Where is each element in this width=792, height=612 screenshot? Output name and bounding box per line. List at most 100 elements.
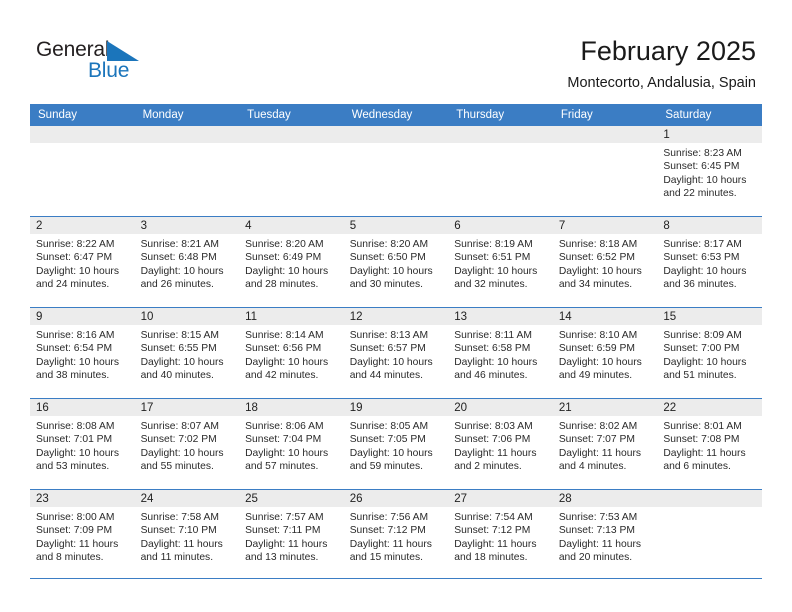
sunset-text: Sunset: 6:58 PM [454, 343, 531, 355]
day-number: 22 [657, 399, 762, 416]
sunrise-text: Sunrise: 8:13 AM [349, 330, 429, 341]
day-number: 14 [552, 308, 658, 325]
sunrise-text: Sunrise: 8:18 AM [558, 239, 638, 250]
sunrise-text: Sunrise: 8:06 AM [245, 421, 324, 432]
weekday-header-friday: Friday [552, 104, 658, 126]
daylight-text-line2: and 28 minutes. [245, 279, 319, 291]
calendar-day[interactable]: 26 Sunrise: 7:56 AM Sunset: 7:12 PM Dayligh… [343, 490, 449, 580]
day-details: Sunrise: 8:14 AM Sunset: 6:56 PM Daylight:… [239, 325, 344, 383]
sunset-text: Sunset: 7:04 PM [245, 434, 322, 446]
calendar-cell: 24 Sunrise: 7:58 AM Sunset: 7:10 PM Dayligh… [134, 489, 240, 580]
sunrise-text: Sunrise: 7:53 AM [558, 512, 638, 523]
calendar-cell: 22 Sunrise: 8:01 AM Sunset: 7:08 PM Dayligh… [657, 398, 762, 490]
location-subtitle: Montecorto, Andalusia, Spain [567, 75, 756, 91]
calendar-week-row: 2 Sunrise: 8:22 AM Sunset: 6:47 PM Daylight… [30, 216, 762, 308]
calendar-day-empty [134, 126, 240, 216]
sunset-text: Sunset: 6:55 PM [140, 343, 217, 355]
calendar-day[interactable]: 22 Sunrise: 8:01 AM Sunset: 7:08 PM Dayligh… [657, 399, 762, 489]
calendar-day[interactable]: 13 Sunrise: 8:11 AM Sunset: 6:58 PM Dayligh… [448, 308, 553, 398]
calendar-day[interactable]: 15 Sunrise: 8:09 AM Sunset: 7:00 PM Dayligh… [657, 308, 762, 398]
daylight-text-line1: Daylight: 10 hours [454, 356, 538, 368]
sunset-text: Sunset: 6:45 PM [663, 161, 740, 173]
daylight-text-line1: Daylight: 10 hours [663, 174, 747, 186]
calendar-cell: 13 Sunrise: 8:11 AM Sunset: 6:58 PM Dayligh… [448, 307, 553, 399]
calendar-day[interactable]: 24 Sunrise: 7:58 AM Sunset: 7:10 PM Dayligh… [134, 490, 240, 580]
calendar-cell: 11 Sunrise: 8:14 AM Sunset: 6:56 PM Dayligh… [239, 307, 344, 399]
calendar-day[interactable]: 18 Sunrise: 8:06 AM Sunset: 7:04 PM Dayligh… [239, 399, 344, 489]
daylight-text-line1: Daylight: 10 hours [36, 356, 119, 368]
calendar-day[interactable]: 23 Sunrise: 8:00 AM Sunset: 7:09 PM Dayligh… [30, 490, 135, 580]
daylight-text-line2: and 32 minutes. [454, 279, 528, 291]
daylight-text-line1: Daylight: 10 hours [245, 447, 329, 459]
daylight-text-line1: Daylight: 10 hours [349, 265, 433, 277]
day-details: Sunrise: 7:57 AM Sunset: 7:11 PM Daylight:… [239, 507, 344, 565]
sunrise-text: Sunrise: 8:11 AM [454, 330, 532, 341]
calendar-day[interactable]: 1 Sunrise: 8:23 AM Sunset: 6:45 PM Daylight… [657, 126, 762, 216]
calendar-cell: 2 Sunrise: 8:22 AM Sunset: 6:47 PM Daylight… [30, 216, 135, 308]
calendar-day[interactable]: 21 Sunrise: 8:02 AM Sunset: 7:07 PM Dayligh… [552, 399, 658, 489]
sunset-text: Sunset: 6:59 PM [558, 343, 635, 355]
calendar-cell: 5 Sunrise: 8:20 AM Sunset: 6:50 PM Daylight… [343, 216, 449, 308]
calendar-day[interactable]: 14 Sunrise: 8:10 AM Sunset: 6:59 PM Dayligh… [552, 308, 658, 398]
day-number: 5 [343, 217, 449, 234]
calendar-day[interactable]: 8 Sunrise: 8:17 AM Sunset: 6:53 PM Daylight… [657, 217, 762, 307]
calendar-day[interactable]: 20 Sunrise: 8:03 AM Sunset: 7:06 PM Dayligh… [448, 399, 553, 489]
calendar-day[interactable]: 27 Sunrise: 7:54 AM Sunset: 7:12 PM Dayligh… [448, 490, 553, 580]
calendar-cell: 7 Sunrise: 8:18 AM Sunset: 6:52 PM Daylight… [552, 216, 658, 308]
calendar-day[interactable]: 4 Sunrise: 8:20 AM Sunset: 6:49 PM Daylight… [239, 217, 344, 307]
daylight-text-line2: and 53 minutes. [36, 461, 110, 473]
calendar-day[interactable]: 11 Sunrise: 8:14 AM Sunset: 6:56 PM Dayligh… [239, 308, 344, 398]
sunrise-text: Sunrise: 7:54 AM [454, 512, 533, 523]
calendar-bottom-rule [30, 578, 762, 579]
day-details: Sunrise: 7:53 AM Sunset: 7:13 PM Daylight:… [553, 507, 658, 565]
sunrise-text: Sunrise: 8:10 AM [558, 330, 638, 341]
calendar-day[interactable]: 28 Sunrise: 7:53 AM Sunset: 7:13 PM Dayligh… [552, 490, 658, 580]
day-number: 19 [343, 399, 449, 416]
sunrise-text: Sunrise: 8:23 AM [663, 148, 742, 159]
calendar-day[interactable]: 5 Sunrise: 8:20 AM Sunset: 6:50 PM Daylight… [343, 217, 449, 307]
calendar-cell: 3 Sunrise: 8:21 AM Sunset: 6:48 PM Daylight… [134, 216, 240, 308]
calendar-day[interactable]: 16 Sunrise: 8:08 AM Sunset: 7:01 PM Dayligh… [30, 399, 135, 489]
day-number [552, 126, 658, 143]
day-number: 9 [30, 308, 135, 325]
sunset-text: Sunset: 7:02 PM [140, 434, 217, 446]
title-block: February 2025 Montecorto, Andalusia, Spa… [567, 34, 756, 92]
calendar-cell: 23 Sunrise: 8:00 AM Sunset: 7:09 PM Dayligh… [30, 489, 135, 580]
calendar-day[interactable]: 12 Sunrise: 8:13 AM Sunset: 6:57 PM Dayligh… [343, 308, 449, 398]
logo-triangle-icon [107, 41, 139, 61]
calendar-day[interactable]: 10 Sunrise: 8:15 AM Sunset: 6:55 PM Dayligh… [134, 308, 240, 398]
calendar-day-empty [448, 126, 553, 216]
calendar-day[interactable]: 2 Sunrise: 8:22 AM Sunset: 6:47 PM Daylight… [30, 217, 135, 307]
calendar-page: General Blue February 2025 Montecorto, A… [0, 0, 792, 612]
day-details: Sunrise: 7:56 AM Sunset: 7:12 PM Daylight:… [344, 507, 449, 565]
calendar-day[interactable]: 7 Sunrise: 8:18 AM Sunset: 6:52 PM Daylight… [552, 217, 658, 307]
daylight-text-line1: Daylight: 11 hours [349, 538, 432, 550]
calendar-day[interactable]: 3 Sunrise: 8:21 AM Sunset: 6:48 PM Daylight… [134, 217, 240, 307]
sunset-text: Sunset: 7:12 PM [454, 525, 531, 537]
calendar-day[interactable]: 25 Sunrise: 7:57 AM Sunset: 7:11 PM Dayligh… [239, 490, 344, 580]
sunset-text: Sunset: 6:47 PM [36, 252, 113, 264]
calendar-day[interactable]: 17 Sunrise: 8:07 AM Sunset: 7:02 PM Dayligh… [134, 399, 240, 489]
daylight-text-line1: Daylight: 10 hours [140, 447, 224, 459]
daylight-text-line1: Daylight: 11 hours [245, 538, 328, 550]
calendar-header-row: Sunday Monday Tuesday Wednesday Thursday… [30, 104, 762, 126]
calendar-cell: 6 Sunrise: 8:19 AM Sunset: 6:51 PM Daylight… [448, 216, 553, 308]
general-blue-logo[interactable]: General Blue [36, 38, 176, 90]
calendar-day-empty [343, 126, 449, 216]
daylight-text-line2: and 55 minutes. [140, 461, 214, 473]
calendar-cell: 4 Sunrise: 8:20 AM Sunset: 6:49 PM Daylight… [239, 216, 344, 308]
calendar-cell: 14 Sunrise: 8:10 AM Sunset: 6:59 PM Dayligh… [552, 307, 658, 399]
calendar-cell [239, 126, 344, 217]
day-details: Sunrise: 8:06 AM Sunset: 7:04 PM Daylight:… [239, 416, 344, 474]
sunset-text: Sunset: 6:52 PM [558, 252, 635, 264]
calendar-day[interactable]: 9 Sunrise: 8:16 AM Sunset: 6:54 PM Daylight… [30, 308, 135, 398]
daylight-text-line1: Daylight: 11 hours [558, 447, 642, 459]
calendar-day[interactable]: 19 Sunrise: 8:05 AM Sunset: 7:05 PM Dayligh… [343, 399, 449, 489]
calendar-cell [134, 126, 240, 217]
day-details: Sunrise: 8:19 AM Sunset: 6:51 PM Daylight:… [448, 234, 553, 292]
day-details: Sunrise: 8:07 AM Sunset: 7:02 PM Daylight:… [135, 416, 240, 474]
daylight-text-line2: and 6 minutes. [663, 461, 731, 473]
sunrise-text: Sunrise: 8:02 AM [558, 421, 638, 432]
calendar-day[interactable]: 6 Sunrise: 8:19 AM Sunset: 6:51 PM Daylight… [448, 217, 553, 307]
day-number: 6 [448, 217, 553, 234]
